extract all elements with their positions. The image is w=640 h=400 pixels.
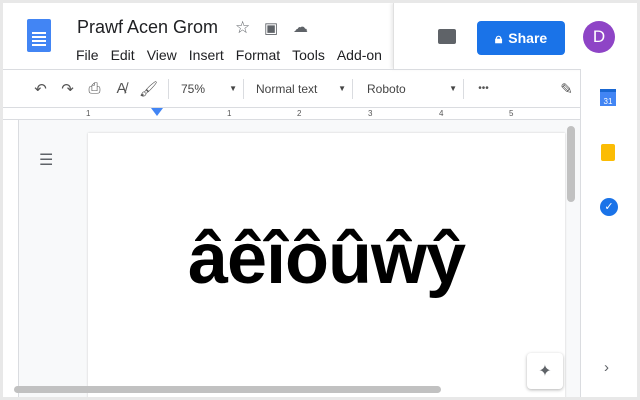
menu-view[interactable]: View [147, 47, 177, 63]
comment-icon[interactable] [438, 29, 456, 44]
horizontal-scrollbar[interactable] [14, 386, 441, 393]
chevron-right-icon[interactable]: › [604, 359, 609, 376]
ruler-label: 5 [509, 109, 514, 118]
share-button[interactable]: 🔒︎ Share [477, 21, 565, 55]
ruler-label: 2 [297, 109, 302, 118]
star-icon[interactable]: ☆ [235, 18, 250, 38]
menu-bar: File Edit View Insert Format Tools Add-o… [76, 47, 382, 63]
ruler-label: 1 [86, 109, 91, 118]
document-text[interactable]: âêîôûŵŷ [88, 218, 565, 300]
chevron-down-icon: ▼ [229, 84, 237, 93]
docs-logo-icon[interactable] [27, 19, 51, 52]
zoom-select[interactable]: 75% ▼ [175, 82, 237, 96]
toolbar: ↶ ↷ ⎙ A̸ 🖌︎ 75% ▼ Normal text ▼ Roboto ▼ ••… [3, 69, 580, 107]
divider [352, 78, 353, 99]
font-select[interactable]: Roboto ▼ [359, 82, 457, 96]
chevron-down-icon: ▼ [449, 84, 457, 93]
cloud-status-icon[interactable]: ☁ [293, 18, 308, 36]
ruler-label: 3 [368, 109, 373, 118]
style-select[interactable]: Normal text ▼ [250, 82, 346, 96]
horizontal-ruler: 1 1 2 3 4 5 [3, 107, 580, 120]
keep-icon[interactable] [601, 144, 615, 161]
vertical-scrollbar[interactable] [567, 126, 575, 202]
share-label: Share [508, 30, 548, 46]
editing-mode-pencil-icon[interactable]: ✎ [553, 80, 580, 98]
font-value: Roboto [367, 81, 406, 96]
document-area: ☰ âêîôûŵŷ ✦ [3, 120, 580, 397]
menu-file[interactable]: File [76, 47, 99, 63]
explore-button[interactable]: ✦ [527, 353, 563, 389]
move-folder-icon[interactable]: ▣ [264, 19, 278, 37]
print-icon[interactable]: ⎙ [81, 80, 108, 97]
ruler-label: 1 [227, 109, 232, 118]
calendar-icon[interactable]: 31 [600, 89, 616, 106]
divider [168, 78, 169, 99]
more-icon[interactable]: ••• [470, 83, 497, 94]
undo-icon[interactable]: ↶ [27, 80, 54, 98]
divider [243, 78, 244, 99]
outline-icon[interactable]: ☰ [39, 150, 53, 170]
document-page[interactable]: âêîôûŵŷ [88, 133, 565, 397]
side-panel: 31 ✓ › [580, 69, 637, 397]
spellcheck-icon[interactable]: A̸ [108, 80, 135, 97]
redo-icon[interactable]: ↷ [54, 80, 81, 98]
indent-marker-icon[interactable] [151, 108, 163, 116]
avatar[interactable]: D [583, 21, 615, 53]
divider [463, 78, 464, 99]
vertical-ruler [3, 120, 19, 397]
tasks-icon[interactable]: ✓ [600, 198, 618, 216]
menu-addons[interactable]: Add-on [337, 47, 382, 63]
doc-title[interactable]: Prawf Acen Grom [77, 17, 218, 38]
lock-icon: 🔒︎ [494, 29, 503, 46]
menu-tools[interactable]: Tools [292, 47, 325, 63]
style-value: Normal text [256, 81, 318, 96]
paint-format-icon[interactable]: 🖌︎ [135, 80, 162, 98]
menu-insert[interactable]: Insert [189, 47, 224, 63]
chevron-down-icon: ▼ [338, 84, 346, 93]
ruler-label: 4 [439, 109, 444, 118]
zoom-value: 75% [181, 81, 206, 96]
menu-edit[interactable]: Edit [111, 47, 135, 63]
docs-window: Prawf Acen Grom ☆ ▣ ☁ File Edit View Ins… [3, 3, 637, 397]
menu-format[interactable]: Format [236, 47, 280, 63]
